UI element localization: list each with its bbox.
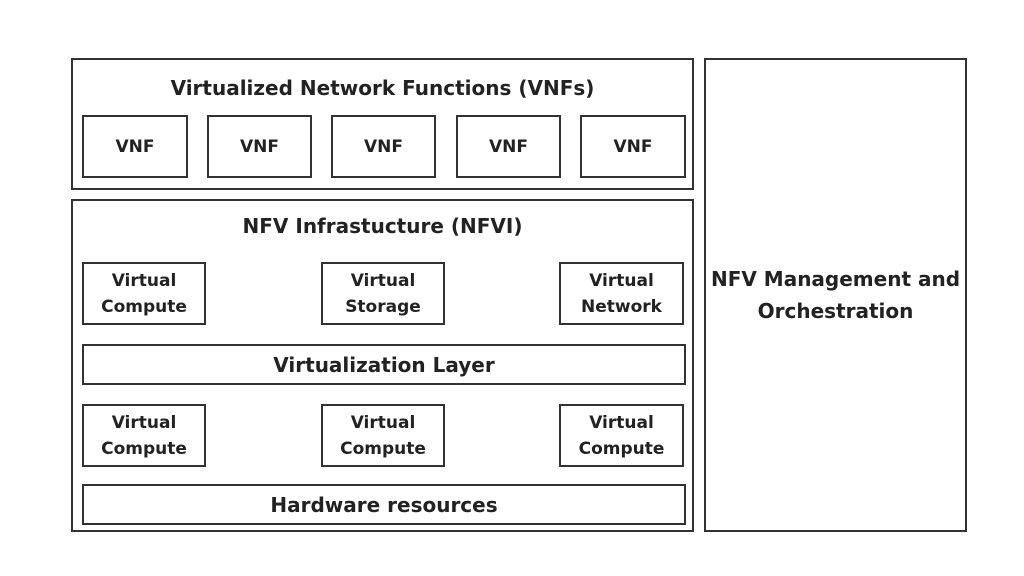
label: Compute xyxy=(578,438,665,459)
virtual-storage-box: Virtual Storage xyxy=(321,262,445,325)
vnf-box: VNF xyxy=(207,115,312,178)
label: Storage xyxy=(345,296,421,317)
label: Virtual xyxy=(111,412,177,433)
mano-label: NFV Management and xyxy=(710,267,961,291)
vnf-box: VNF xyxy=(456,115,561,178)
label: Compute xyxy=(340,438,426,459)
vnf-box: VNF xyxy=(580,115,686,178)
label: Compute xyxy=(101,296,187,317)
virtualization-layer: Virtualization Layer xyxy=(82,344,686,385)
virtual-compute-box: Virtual Compute xyxy=(321,404,445,467)
label: Virtual xyxy=(350,412,416,433)
hardware-resources: Hardware resources xyxy=(82,484,686,525)
label: Compute xyxy=(101,438,187,459)
label: Network xyxy=(581,296,662,317)
label: Virtual xyxy=(350,270,416,291)
vnf-group-title: Virtualized Network Functions (VNFs) xyxy=(170,76,595,100)
label: Virtual xyxy=(589,270,654,291)
virtual-compute-box: Virtual Compute xyxy=(559,404,684,467)
virtual-compute-box: Virtual Compute xyxy=(82,404,206,467)
vnf-box: VNF xyxy=(82,115,188,178)
label: Virtual xyxy=(589,412,654,433)
virtual-network-box: Virtual Network xyxy=(559,262,684,325)
vnf-box: VNF xyxy=(331,115,436,178)
mano-box: NFV Management and Orchestration xyxy=(704,58,967,532)
virtual-compute-box: Virtual Compute xyxy=(82,262,206,325)
mano-label: Orchestration xyxy=(757,299,914,323)
label: Virtual xyxy=(111,270,177,291)
nfvi-title: NFV Infrastucture (NFVI) xyxy=(242,214,523,238)
